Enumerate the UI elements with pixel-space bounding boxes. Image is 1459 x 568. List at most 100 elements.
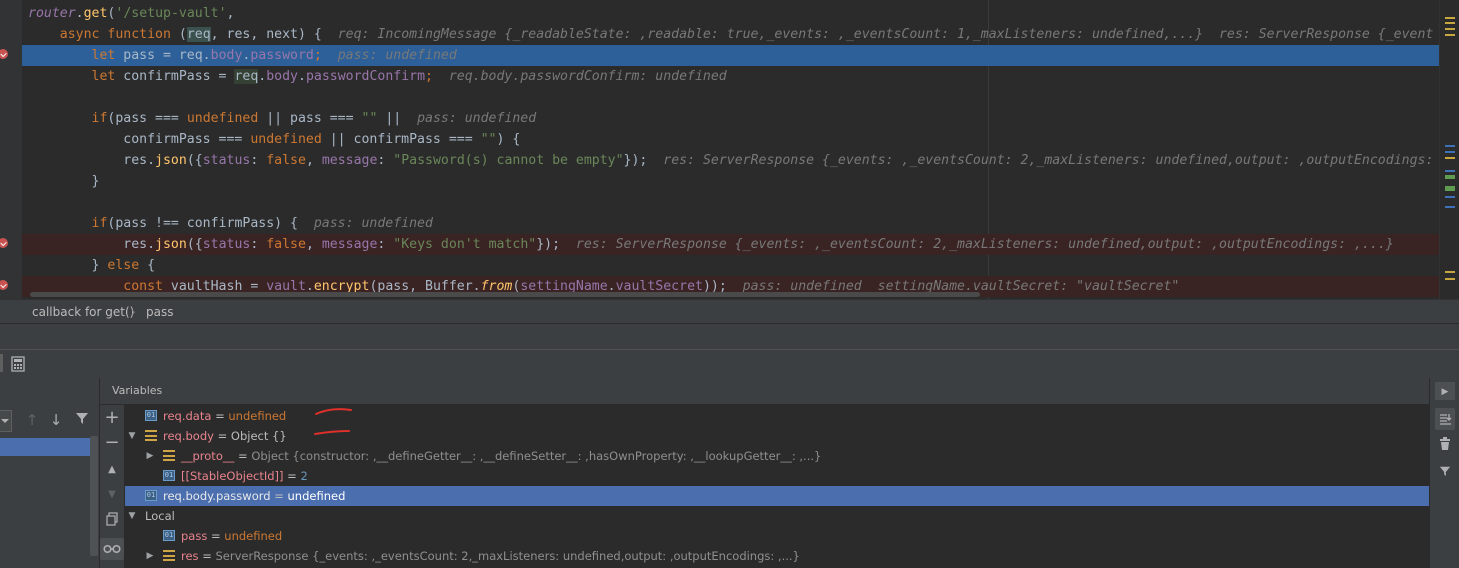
code-token: async (28, 27, 108, 42)
variable-row[interactable]: ▶ __proto__ = Object {constructor: ,__def… (125, 446, 1429, 466)
expand-down-icon[interactable]: ▼ (126, 426, 138, 446)
code-text: if(pass !== confirmPass) { pass: undefin… (28, 213, 433, 234)
equals-sign: = (234, 449, 252, 463)
frames-panel[interactable]: ↑ ↓ (0, 378, 100, 568)
scope-node-local[interactable]: ▼ Local (125, 506, 1429, 526)
right-tool-bar: ▶ (1429, 378, 1459, 568)
variable-name: pass (181, 529, 208, 543)
stripe-marker[interactable] (1445, 186, 1455, 191)
frame-item-selected[interactable] (0, 438, 90, 456)
error-stripe[interactable] (1439, 0, 1459, 299)
code-editor[interactable]: router.get('/setup-vault', async functio… (0, 0, 1459, 299)
variable-value: undefined (287, 489, 346, 503)
inline-debug-value: res: ServerResponse {_events: ,_eventsCo… (575, 237, 1394, 252)
variables-side-toolbar: + − ▲ ▼ (100, 378, 125, 568)
stripe-marker[interactable] (1445, 157, 1455, 159)
filter-icon[interactable] (72, 410, 92, 430)
stripe-marker[interactable] (1445, 151, 1455, 153)
code-token: json (155, 237, 187, 252)
stripe-marker[interactable] (1445, 206, 1455, 208)
toolbar-separator (0, 354, 3, 372)
code-text: } else { (28, 255, 156, 276)
stripe-marker[interactable] (1445, 34, 1455, 36)
thread-dropdown[interactable] (0, 410, 12, 432)
console-toggle-icon[interactable]: ▶ (1435, 382, 1455, 400)
stripe-marker[interactable] (1445, 175, 1455, 179)
glasses-icon[interactable] (100, 538, 124, 560)
code-line[interactable]: let confirmPass = req.body.passwordConfi… (22, 66, 1440, 87)
remove-watch-icon[interactable]: − (102, 433, 122, 453)
stripe-marker[interactable] (1445, 271, 1455, 273)
primitive-icon: 01 (145, 490, 157, 501)
code-line[interactable]: if(pass !== confirmPass) { pass: undefin… (22, 213, 1440, 234)
code-line[interactable]: async function (req, res, next) { req: I… (22, 24, 1440, 45)
breakpoint-icon[interactable] (0, 238, 8, 248)
stripe-marker[interactable] (1445, 145, 1455, 147)
variable-row[interactable]: ▶ res = ServerResponse {_events: ,_events… (125, 546, 1429, 566)
code-token: "Keys don't match" (393, 237, 537, 252)
frame-down-icon[interactable]: ↓ (46, 410, 66, 430)
code-line[interactable]: } (22, 171, 1440, 192)
variable-row[interactable]: 01 [[StableObjectId]] = 2 (125, 466, 1429, 486)
variable-name: req.data (163, 409, 212, 423)
stripe-marker[interactable] (1445, 28, 1455, 30)
code-line[interactable]: if(pass === undefined || pass === "" || … (22, 108, 1440, 129)
variables-panel[interactable]: Variables 01 req.data = undefined ▼ req.bod… (100, 378, 1429, 568)
stripe-marker[interactable] (1445, 17, 1455, 19)
code-text: res.json({status: false, message: "Keys … (28, 234, 1394, 255)
code-token: ; (425, 69, 449, 84)
variable-row[interactable]: 01 req.body.password = undefined (125, 486, 1429, 506)
horizontal-scrollbar[interactable] (30, 292, 980, 297)
code-token: false (266, 237, 306, 252)
stripe-marker[interactable] (1445, 278, 1455, 280)
variable-value: ServerResponse {_events: ,_eventsCount: … (215, 549, 800, 563)
copy-icon[interactable] (102, 511, 122, 531)
code-token: ) { (496, 132, 521, 147)
code-token: else (107, 258, 148, 273)
calculator-icon[interactable] (10, 356, 26, 372)
frames-scrollbar[interactable] (90, 436, 98, 556)
code-token: , res, next) { (210, 27, 338, 42)
code-line[interactable]: router.get('/setup-vault', (22, 3, 1440, 24)
inline-debug-value: req: IncomingMessage {_readableState: ,r… (337, 27, 1434, 42)
code-token: ( (178, 27, 187, 42)
filter-icon[interactable] (1435, 462, 1455, 482)
code-token: '/setup-vault' (115, 6, 227, 21)
code-line[interactable]: confirmPass === undefined || confirmPass… (22, 129, 1440, 150)
move-down-icon[interactable]: ▼ (102, 485, 122, 505)
breakpoint-icon[interactable] (0, 49, 8, 59)
stripe-marker[interactable] (1445, 196, 1455, 198)
inline-debug-value: pass: undefined (313, 216, 433, 231)
code-line[interactable] (22, 87, 1440, 108)
variable-name: Local (145, 509, 175, 523)
equals-sign: = (283, 469, 301, 483)
move-up-icon[interactable]: ▲ (102, 460, 122, 480)
chevron-down-icon (1, 419, 9, 423)
trash-icon[interactable] (1435, 436, 1455, 456)
primitive-icon: 01 (163, 530, 175, 541)
breakpoint-icon[interactable] (0, 280, 8, 290)
code-token: undefined (186, 111, 259, 126)
stripe-marker[interactable] (1445, 22, 1455, 24)
expand-down-icon[interactable]: ▼ (126, 506, 138, 526)
frame-up-icon[interactable]: ↑ (22, 410, 42, 430)
code-token: body (266, 69, 298, 84)
expand-right-icon[interactable]: ▶ (144, 446, 156, 466)
scroll-to-end-icon[interactable] (1435, 408, 1455, 430)
equals-sign: = (198, 549, 216, 563)
primitive-icon: 01 (145, 410, 157, 421)
breadcrumb-item-callback[interactable]: callback for get() (32, 300, 134, 324)
code-line[interactable] (22, 192, 1440, 213)
stripe-marker[interactable] (1445, 170, 1455, 172)
code-token: , (305, 153, 322, 168)
add-watch-icon[interactable]: + (102, 408, 122, 428)
current-execution-line[interactable]: let pass = req.body.password; pass: unde… (22, 45, 1440, 66)
editor-gutter[interactable] (0, 0, 22, 299)
code-line[interactable]: res.json({status: false, message: "Passw… (22, 150, 1459, 171)
variable-row[interactable]: 01 pass = undefined (125, 526, 1429, 546)
code-text: } (28, 171, 100, 192)
expand-right-icon[interactable]: ▶ (144, 546, 156, 566)
code-line[interactable]: res.json({status: false, message: "Keys … (22, 234, 1440, 255)
breadcrumb-item-pass[interactable]: pass (146, 300, 173, 324)
code-line[interactable]: } else { (22, 255, 1440, 276)
